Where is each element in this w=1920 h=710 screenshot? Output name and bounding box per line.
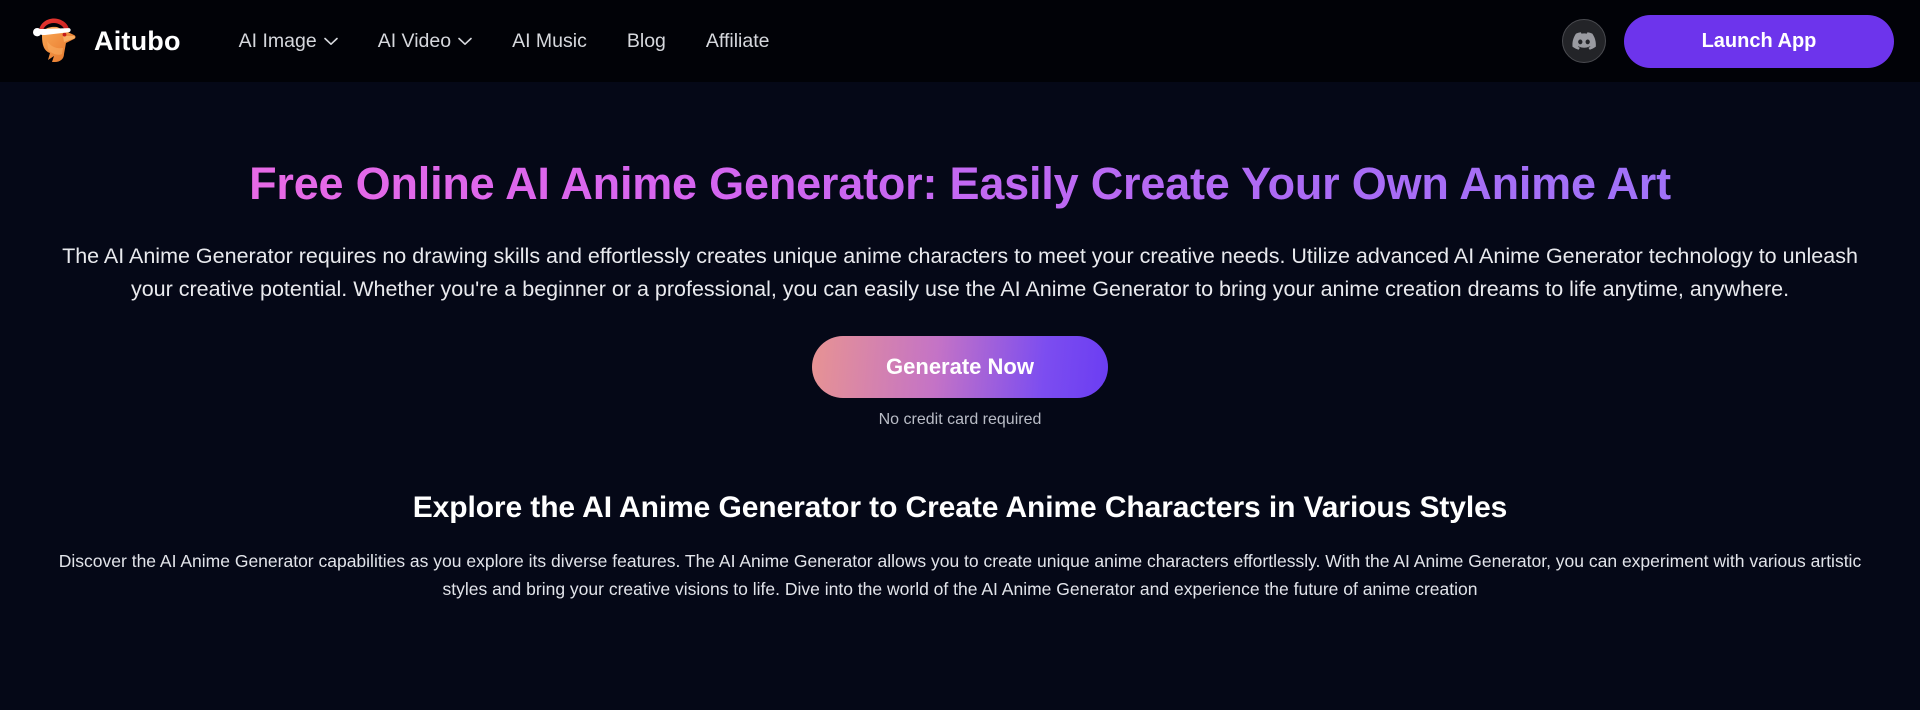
nav-item-label: Blog xyxy=(626,29,666,52)
nav-item-label: AI Image xyxy=(238,29,317,52)
hero-description: The AI Anime Generator requires no drawi… xyxy=(62,243,1858,302)
discord-icon xyxy=(1572,32,1596,50)
nav-item-label: AI Video xyxy=(377,29,452,52)
generate-now-button[interactable]: Generate Now xyxy=(812,336,1108,399)
brand-logo-link[interactable]: Aitubo xyxy=(30,16,181,66)
section-title: Explore the AI Anime Generator to Create… xyxy=(412,491,1508,525)
header-actions: Launch App xyxy=(1562,14,1894,68)
hero-cta-group: Generate Now No credit card required xyxy=(0,336,1920,429)
site-header: Aitubo AI Image AI Video AI Music Blog A… xyxy=(0,0,1920,82)
nav-item-ai-image[interactable]: AI Image xyxy=(239,30,338,53)
nav-item-label: AI Music xyxy=(512,29,587,52)
fox-santa-hat-logo-icon xyxy=(30,16,84,66)
nav-item-affiliate[interactable]: Affiliate xyxy=(706,30,770,53)
section-description: Discover the AI Anime Generator capabili… xyxy=(58,551,1862,600)
launch-app-button[interactable]: Launch App xyxy=(1624,14,1894,68)
chevron-down-icon xyxy=(458,37,472,46)
explore-section: Explore the AI Anime Generator to Create… xyxy=(0,491,1920,603)
chevron-down-icon xyxy=(323,37,338,46)
nav-item-label: Affiliate xyxy=(705,29,770,52)
page-title: Free Online AI Anime Generator: Easily C… xyxy=(0,158,1920,210)
brand-name: Aitubo xyxy=(94,25,181,56)
cta-note: No credit card required xyxy=(878,411,1042,429)
nav-item-ai-music[interactable]: AI Music xyxy=(512,30,587,53)
nav-item-ai-video[interactable]: AI Video xyxy=(378,30,472,53)
main-nav: AI Image AI Video AI Music Blog Affiliat… xyxy=(239,30,770,53)
nav-item-blog[interactable]: Blog xyxy=(627,30,666,53)
hero-section: Free Online AI Anime Generator: Easily C… xyxy=(0,82,1920,429)
discord-link-button[interactable] xyxy=(1562,19,1606,63)
